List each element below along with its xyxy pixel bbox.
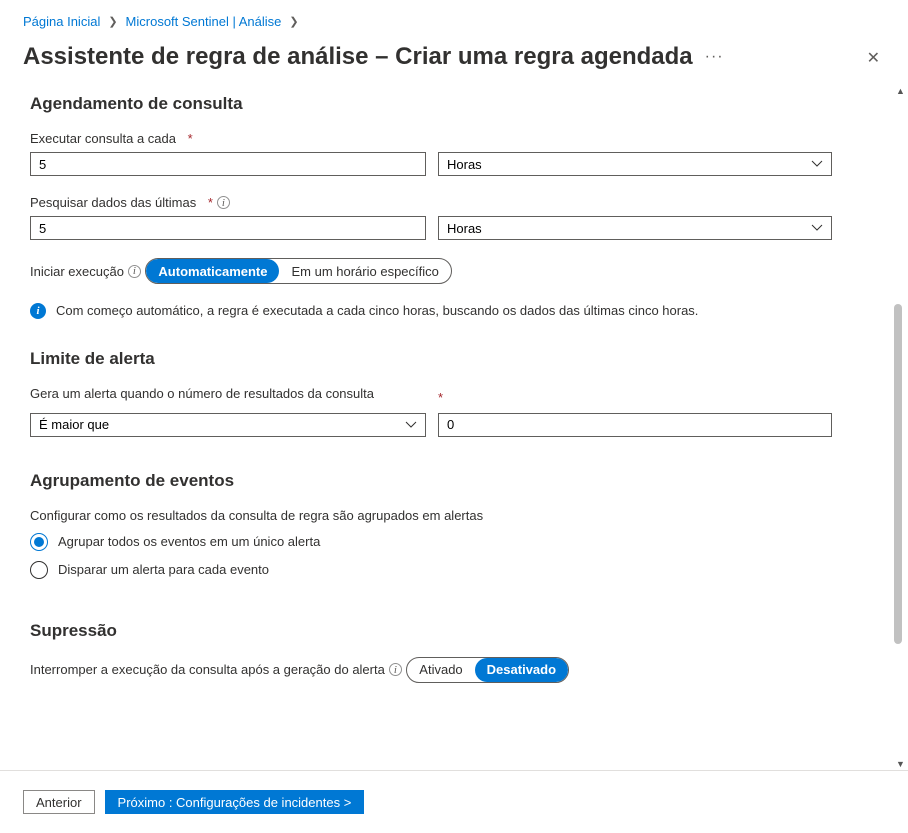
suppression-on-option[interactable]: Ativado [407,658,474,682]
suppression-stop-label: Interromper a execução da consulta após … [30,662,402,677]
run-every-input[interactable] [30,152,426,176]
page-title: Assistente de regra de análise – Criar u… [23,43,693,71]
breadcrumb: Página Inicial ❯ Microsoft Sentinel | An… [0,0,908,29]
info-icon[interactable]: i [217,196,230,209]
lookup-input[interactable] [30,216,426,240]
previous-button[interactable]: Anterior [23,790,95,814]
threshold-gen-label: Gera um alerta quando o número de result… [30,386,374,401]
grouping-config-label: Configurar como os resultados da consult… [30,508,483,523]
run-every-unit-select[interactable] [438,152,832,176]
grouping-option-each[interactable]: Disparar um alerta para cada evento [30,561,890,579]
schedule-info-text: Com começo automático, a regra é executa… [56,303,698,318]
lookup-unit-select[interactable] [438,216,832,240]
footer-bar: Anterior Próximo : Configurações de inci… [0,770,908,833]
lookup-label: Pesquisar dados das últimas * i [30,195,230,210]
more-menu[interactable]: ··· [705,48,724,66]
suppression-off-option[interactable]: Desativado [475,658,568,682]
section-threshold-heading: Limite de alerta [30,349,890,369]
scroll-thumb[interactable] [894,304,902,644]
run-every-label: Executar consulta a cada * [30,131,193,146]
info-icon: i [30,303,46,319]
threshold-operator-select[interactable] [30,413,426,437]
radio-icon [30,533,48,551]
breadcrumb-sentinel[interactable]: Microsoft Sentinel | Análise [126,14,282,29]
radio-icon [30,561,48,579]
next-button[interactable]: Próximo : Configurações de incidentes > [105,790,365,814]
grouping-option-all-label: Agrupar todos os eventos em um único ale… [58,534,320,549]
section-grouping-heading: Agrupamento de eventos [30,471,890,491]
close-icon[interactable]: ✕ [867,48,880,68]
start-label: Iniciar execução i [30,264,141,279]
schedule-info-box: i Com começo automático, a regra é execu… [30,303,830,319]
start-auto-option[interactable]: Automaticamente [146,259,279,283]
section-suppression-heading: Supressão [30,621,890,641]
threshold-value-input[interactable] [438,413,832,437]
breadcrumb-home[interactable]: Página Inicial [23,14,100,29]
scroll-up-icon[interactable]: ▲ [896,86,905,96]
start-specific-option[interactable]: Em um horário específico [279,259,450,283]
start-toggle-group: Automaticamente Em um horário específico [145,258,451,284]
content-scroll: Agendamento de consulta Executar consult… [0,86,890,769]
section-schedule-heading: Agendamento de consulta [30,94,890,114]
grouping-option-each-label: Disparar um alerta para cada evento [58,562,269,577]
scrollbar[interactable]: ▲ ▼ [894,86,906,769]
info-icon[interactable]: i [389,663,402,676]
chevron-right-icon: ❯ [289,15,298,28]
chevron-right-icon: ❯ [108,15,117,28]
scroll-down-icon[interactable]: ▼ [896,759,905,769]
grouping-option-all[interactable]: Agrupar todos os eventos em um único ale… [30,533,890,551]
info-icon[interactable]: i [128,265,141,278]
suppression-toggle-group: Ativado Desativado [406,657,569,683]
